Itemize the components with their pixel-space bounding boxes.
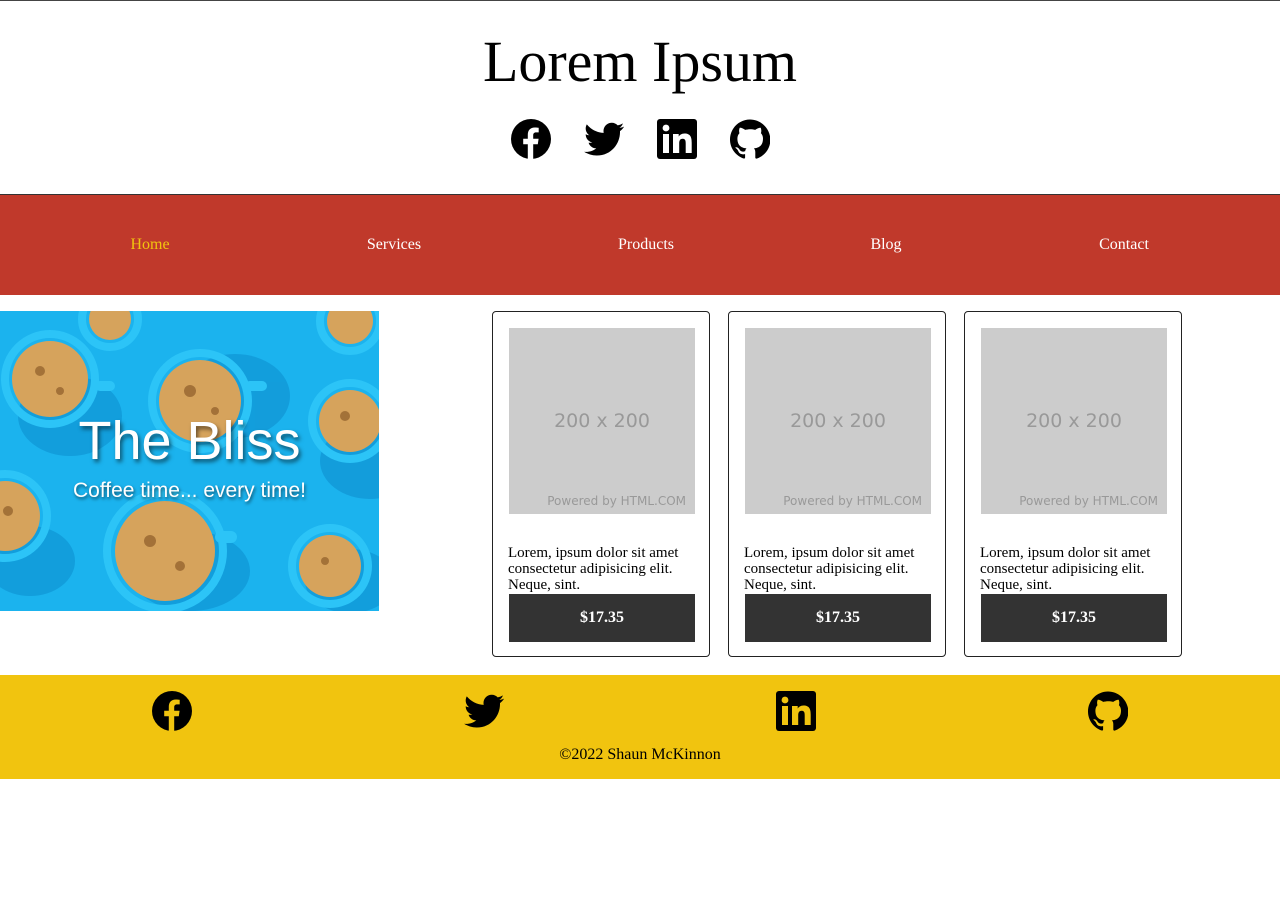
- linkedin-icon: [656, 119, 697, 159]
- product-image-placeholder: 200 x 200 Powered by HTML.COM: [981, 328, 1167, 514]
- placeholder-credit-text: Powered by HTML.COM: [547, 494, 686, 508]
- price-button[interactable]: $17.35: [509, 594, 695, 642]
- product-image-placeholder: 200 x 200 Powered by HTML.COM: [509, 328, 695, 514]
- placeholder-size-text: 200 x 200: [554, 410, 650, 432]
- copyright-text: ©2022 Shaun McKinnon: [559, 746, 721, 763]
- price-button[interactable]: $17.35: [981, 594, 1167, 642]
- placeholder-size-text: 200 x 200: [1026, 410, 1122, 432]
- main-nav: Home Services Products Blog Contact: [0, 194, 1280, 295]
- nav-contact[interactable]: Contact: [1099, 195, 1149, 295]
- twitter-icon: [583, 122, 624, 156]
- footer-facebook-link[interactable]: [152, 691, 192, 731]
- placeholder-size-text: 200 x 200: [790, 410, 886, 432]
- placeholder-credit-text: Powered by HTML.COM: [1019, 494, 1158, 508]
- product-description: Lorem, ipsum dolor sit amet consectetur …: [508, 545, 679, 593]
- hero-banner: The Bliss Coffee time... every time!: [0, 311, 379, 611]
- header-social-links: [0, 119, 1280, 159]
- product-card: 200 x 200 Powered by HTML.COM Lorem, ips…: [728, 311, 946, 657]
- price-button[interactable]: $17.35: [745, 594, 931, 642]
- site-header: Lorem Ipsum: [0, 1, 1280, 194]
- site-title: Lorem Ipsum: [482, 29, 798, 94]
- footer-github-link[interactable]: [1088, 691, 1128, 731]
- product-description: Lorem, ipsum dolor sit amet consectetur …: [744, 545, 915, 593]
- main-content: The Bliss Coffee time... every time! 200…: [0, 295, 1280, 675]
- nav-blog[interactable]: Blog: [870, 195, 901, 295]
- github-icon: [729, 119, 770, 159]
- product-description: Lorem, ipsum dolor sit amet consectetur …: [980, 545, 1151, 593]
- linkedin-icon: [776, 691, 816, 731]
- facebook-icon: [510, 119, 551, 159]
- facebook-link[interactable]: [510, 119, 551, 159]
- product-card: 200 x 200 Powered by HTML.COM Lorem, ips…: [964, 311, 1182, 657]
- twitter-icon: [464, 694, 504, 728]
- footer-twitter-link[interactable]: [464, 691, 504, 731]
- nav-products[interactable]: Products: [618, 195, 674, 295]
- nav-services[interactable]: Services: [367, 195, 421, 295]
- placeholder-credit-text: Powered by HTML.COM: [783, 494, 922, 508]
- github-icon: [1088, 691, 1128, 731]
- footer-linkedin-link[interactable]: [776, 691, 816, 731]
- facebook-icon: [152, 691, 192, 731]
- linkedin-link[interactable]: [656, 119, 697, 159]
- hero-tagline: Coffee time... every time!: [72, 479, 307, 502]
- twitter-link[interactable]: [583, 119, 624, 159]
- nav-home[interactable]: Home: [130, 195, 169, 295]
- product-image-placeholder: 200 x 200 Powered by HTML.COM: [745, 328, 931, 514]
- hero-title: The Bliss: [78, 411, 301, 471]
- site-footer: ©2022 Shaun McKinnon: [0, 675, 1280, 779]
- product-card: 200 x 200 Powered by HTML.COM Lorem, ips…: [492, 311, 710, 657]
- github-link[interactable]: [729, 119, 770, 159]
